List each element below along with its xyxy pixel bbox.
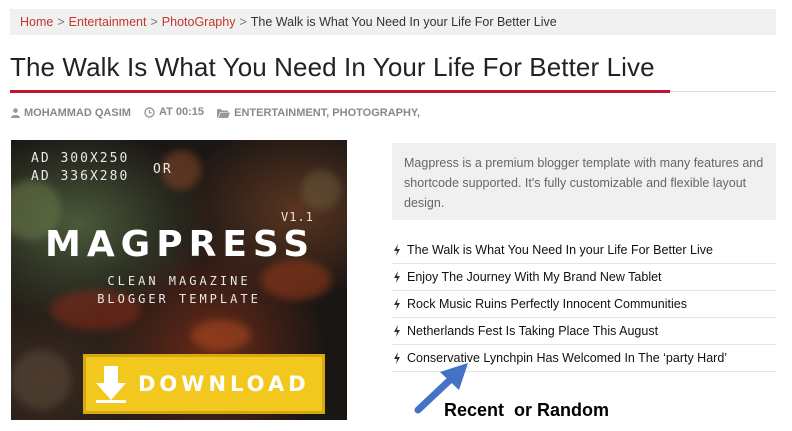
- post-time-text: AT 00:15: [159, 106, 205, 118]
- post-author-name: MOHAMMAD QASIM: [24, 106, 131, 119]
- breadcrumb-separator: >: [57, 15, 65, 29]
- post-author[interactable]: MOHAMMAD QASIM: [11, 107, 131, 119]
- recent-posts-list: The Walk is What You Need In your Life F…: [392, 237, 776, 372]
- post-title: The Walk Is What You Need In Your Life F…: [10, 52, 655, 82]
- post-link[interactable]: Netherlands Fest Is Taking Place This Au…: [407, 324, 658, 338]
- breadcrumb-separator: >: [150, 15, 158, 29]
- bolt-icon: [394, 352, 400, 364]
- breadcrumb-separator: >: [239, 15, 247, 29]
- about-widget: Magpress is a premium blogger template w…: [392, 143, 776, 220]
- folder-icon: [217, 108, 231, 118]
- annotation-label: Recent or Random: [444, 400, 610, 420]
- list-item[interactable]: The Walk is What You Need In your Life F…: [392, 237, 776, 264]
- breadcrumb-home[interactable]: Home: [20, 15, 53, 29]
- post-link[interactable]: Enjoy The Journey With My Brand New Tabl…: [407, 270, 662, 284]
- download-button[interactable]: DOWNLOAD: [83, 354, 325, 414]
- title-accent-underline: [10, 90, 670, 93]
- user-icon: [11, 107, 20, 118]
- post-time: AT 00:15: [144, 106, 204, 118]
- post-meta: MOHAMMAD QASIM AT 00:15 ENTERTAINMENT, P…: [11, 106, 430, 121]
- ad-banner[interactable]: AD 300X250 AD 336X280 OR V1.1 MAGPRESS C…: [11, 140, 347, 420]
- bolt-icon: [394, 325, 400, 337]
- list-item[interactable]: Netherlands Fest Is Taking Place This Au…: [392, 318, 776, 345]
- post-link[interactable]: The Walk is What You Need In your Life F…: [407, 243, 713, 257]
- ad-size-line1: AD 300X250: [31, 151, 130, 166]
- download-button-label: DOWNLOAD: [138, 372, 310, 396]
- ad-tagline-1: CLEAN MAGAZINE: [107, 274, 251, 288]
- ad-size-line2: AD 336X280: [31, 169, 130, 184]
- breadcrumb-photography[interactable]: PhotoGraphy: [162, 15, 236, 29]
- ad-brand: MAGPRESS: [45, 224, 316, 265]
- download-arrow-icon: [96, 366, 126, 403]
- bolt-icon: [394, 244, 400, 256]
- ad-or: OR: [153, 162, 173, 177]
- bolt-icon: [394, 271, 400, 283]
- breadcrumb-current: The Walk is What You Need In your Life F…: [250, 15, 557, 29]
- ad-size-text: AD 300X250 AD 336X280: [31, 150, 129, 186]
- breadcrumb: Home > Entertainment > PhotoGraphy > The Walk …: [10, 9, 776, 35]
- ad-tagline-2: BLOGGER TEMPLATE: [97, 292, 261, 306]
- clock-icon: [144, 106, 155, 118]
- post-labels-text: ENTERTAINMENT, PHOTOGRAPHY,: [234, 106, 421, 119]
- post-link[interactable]: Rock Music Ruins Perfectly Innocent Comm…: [407, 297, 687, 311]
- ad-version: V1.1: [281, 210, 314, 224]
- list-item[interactable]: Rock Music Ruins Perfectly Innocent Comm…: [392, 291, 776, 318]
- breadcrumb-entertainment[interactable]: Entertainment: [69, 15, 147, 29]
- post-labels[interactable]: ENTERTAINMENT, PHOTOGRAPHY,: [217, 107, 420, 119]
- bolt-icon: [394, 298, 400, 310]
- list-item[interactable]: Enjoy The Journey With My Brand New Tabl…: [392, 264, 776, 291]
